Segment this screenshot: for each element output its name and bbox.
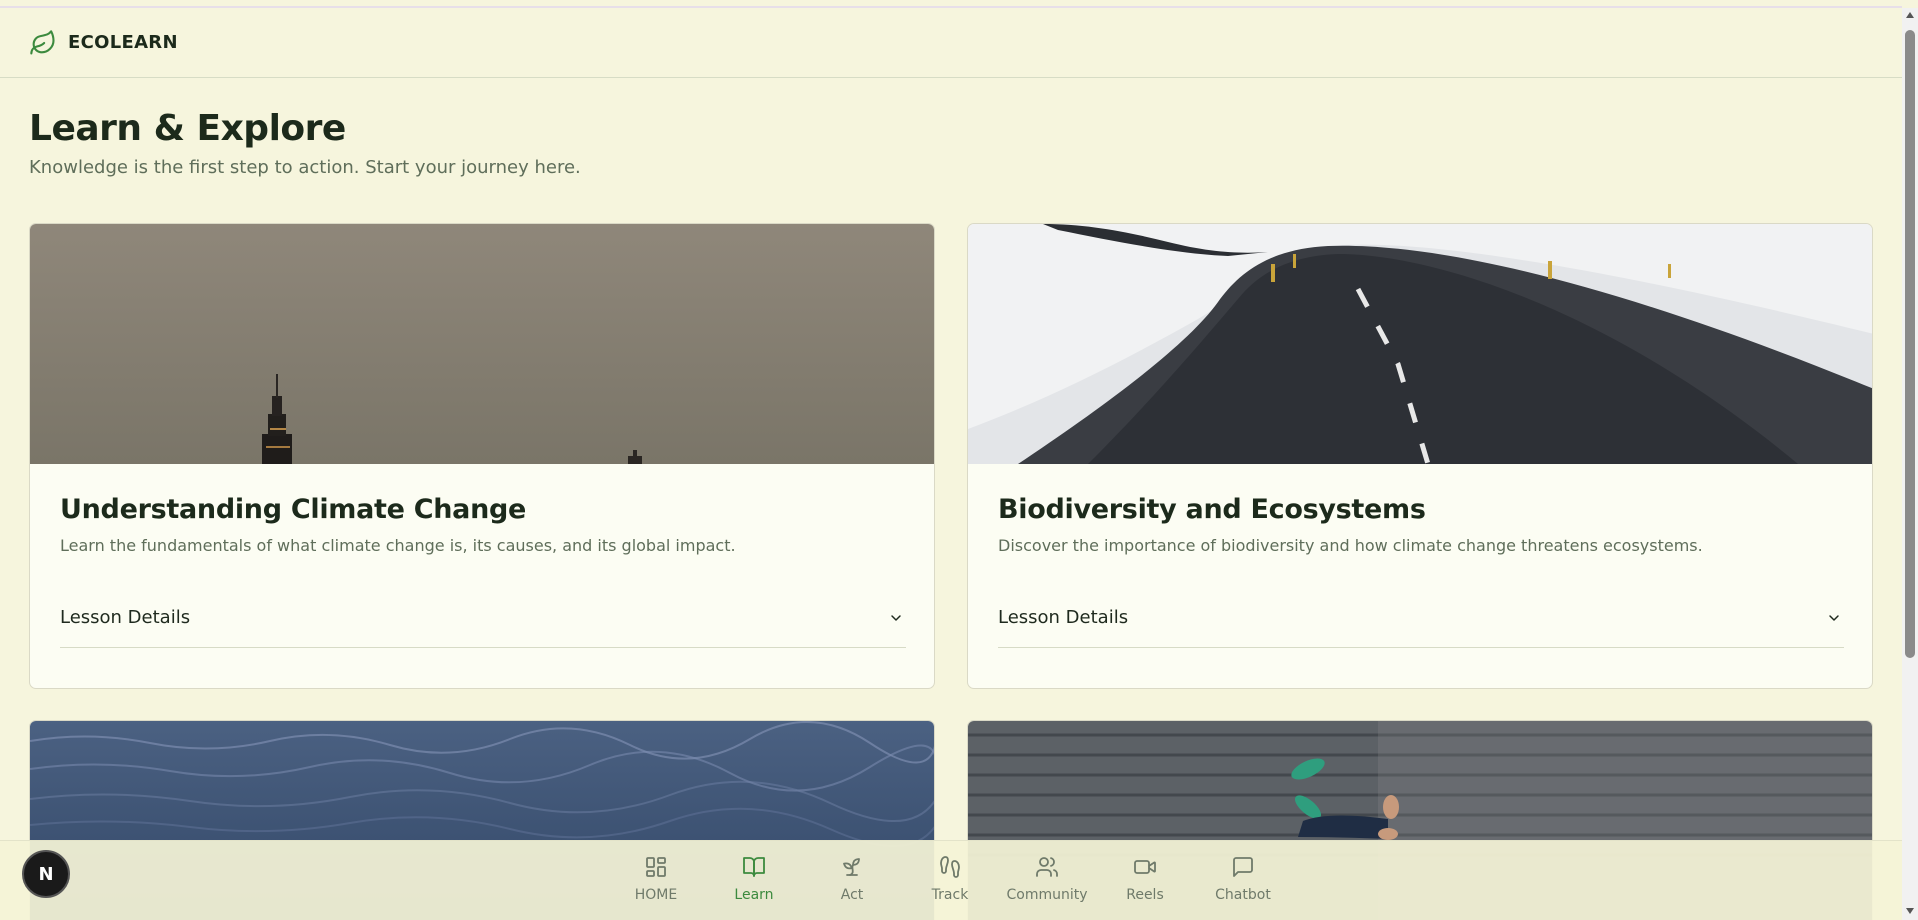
scrollbar-thumb[interactable] (1905, 30, 1915, 658)
footprints-icon (936, 853, 964, 881)
lesson-description: Learn the fundamentals of what climate c… (60, 536, 736, 555)
nav-item-chatbot[interactable]: Chatbot (1198, 853, 1288, 911)
sprout-icon (838, 853, 866, 881)
brand-name[interactable]: ECOLEARN (68, 32, 178, 53)
video-icon (1131, 853, 1159, 881)
nav-item-reels[interactable]: Reels (1100, 853, 1190, 911)
nav-label: HOME (634, 887, 678, 903)
chevron-down-icon (1824, 608, 1844, 628)
nav-item-act[interactable]: Act (807, 853, 897, 911)
grid-icon (642, 853, 670, 881)
nav-item-learn[interactable]: Learn (709, 853, 799, 911)
nav-item-home[interactable]: HOME (611, 853, 701, 911)
nav-item-community[interactable]: Community (1002, 853, 1092, 911)
lesson-details-toggle[interactable]: Lesson Details (60, 588, 906, 648)
badge-letter: N (38, 863, 54, 885)
chevron-down-icon (886, 608, 906, 628)
page-subtitle: Knowledge is the first step to action. S… (29, 157, 581, 178)
lesson-image (30, 224, 934, 464)
dev-tools-badge[interactable]: N (22, 850, 70, 898)
app-header: ECOLEARN (0, 8, 1902, 78)
nav-label: Learn (734, 887, 774, 903)
nav-label: Chatbot (1215, 887, 1271, 903)
lesson-title: Understanding Climate Change (60, 494, 527, 525)
lesson-details-label: Lesson Details (998, 607, 1129, 628)
nav-item-track[interactable]: Track (905, 853, 995, 911)
scrollbar[interactable] (1902, 8, 1918, 920)
leaf-icon (29, 29, 57, 57)
lesson-card: Biodiversity and Ecosystems Discover the… (967, 223, 1873, 689)
lesson-title: Biodiversity and Ecosystems (998, 494, 1426, 525)
nav-label: Act (840, 887, 864, 903)
lesson-details-toggle[interactable]: Lesson Details (998, 588, 1844, 648)
page-title: Learn & Explore (29, 108, 346, 149)
scroll-down-icon[interactable] (1906, 908, 1914, 914)
nav-label: Reels (1126, 887, 1164, 903)
message-icon (1229, 853, 1257, 881)
book-icon (740, 853, 768, 881)
nav-label: Community (1006, 887, 1088, 903)
lesson-description: Discover the importance of biodiversity … (998, 536, 1703, 555)
nav-label: Track (931, 887, 969, 903)
users-icon (1033, 853, 1061, 881)
lesson-image (968, 224, 1872, 464)
lesson-card: Understanding Climate Change Learn the f… (29, 223, 935, 689)
bottom-nav: HOME Learn Act Track Community Reels Cha… (0, 840, 1902, 920)
scroll-up-icon[interactable] (1906, 12, 1914, 18)
lesson-details-label: Lesson Details (60, 607, 191, 628)
